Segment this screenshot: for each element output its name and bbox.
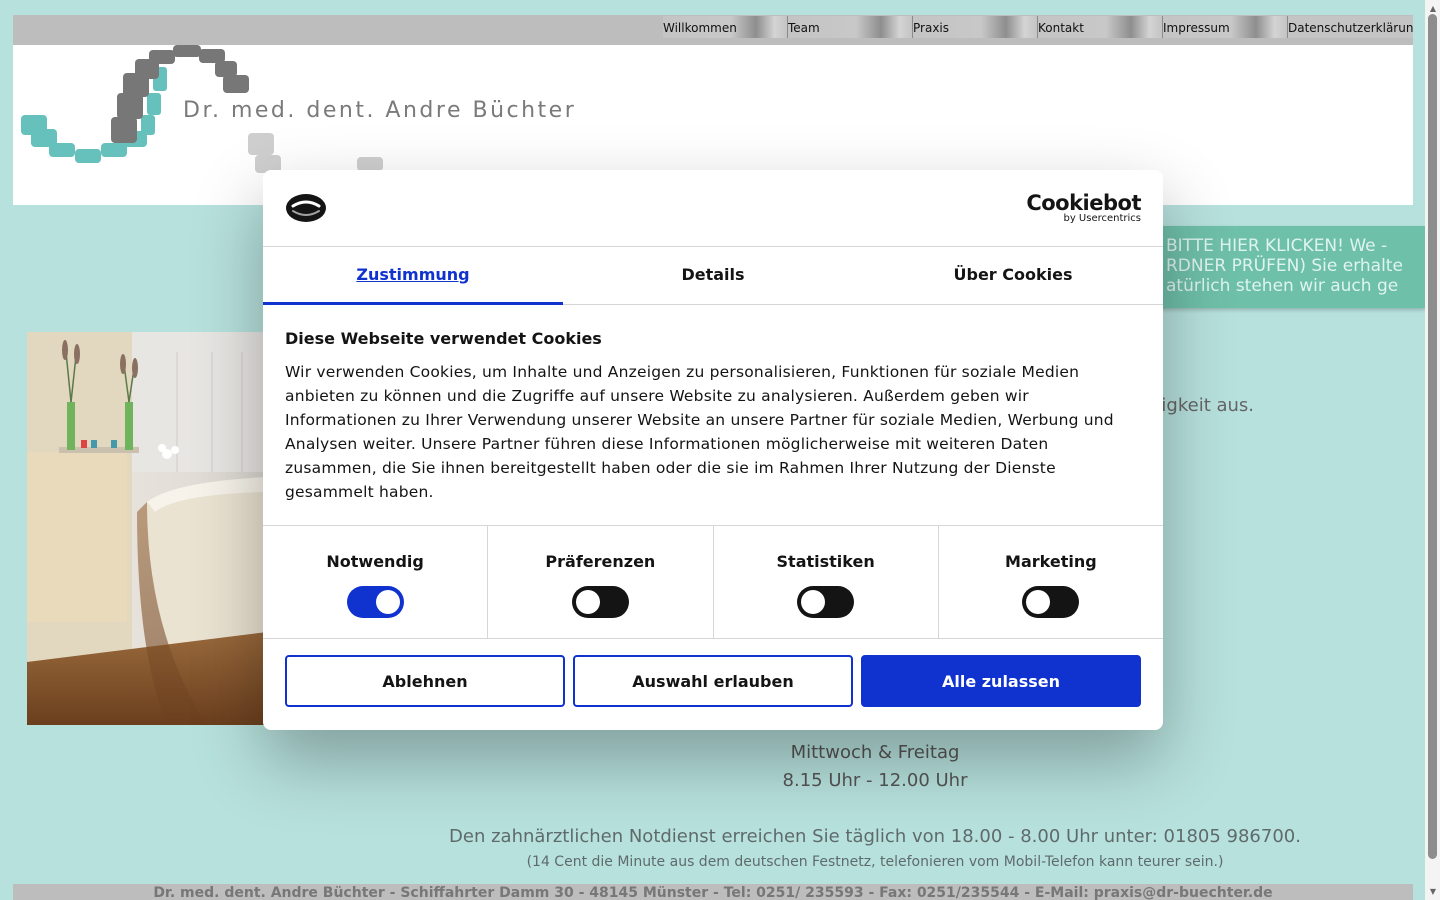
page-scrollbar[interactable]: ▲ ▼ — [1425, 0, 1440, 900]
banner-text: - BITTE HIER KLICKEN! We RDNER PRÜFEN) S… — [1166, 236, 1426, 296]
allow-selection-button[interactable]: Auswahl erlauben — [573, 655, 853, 707]
dialog-body: Diese Webseite verwendet Cookies Wir ver… — [263, 305, 1163, 526]
scroll-thumb[interactable] — [1428, 14, 1437, 859]
statistiken-toggle[interactable] — [797, 586, 855, 618]
toggle-knob — [375, 590, 400, 614]
scroll-up-arrow-icon[interactable]: ▲ — [1430, 4, 1436, 13]
tab-details[interactable]: Details — [563, 247, 863, 304]
nav-item-kontakt[interactable]: Kontakt — [1038, 16, 1163, 38]
reception-photo — [27, 332, 267, 725]
allow-all-button[interactable]: Alle zulassen — [861, 655, 1141, 707]
scroll-down-arrow-icon[interactable]: ▼ — [1430, 887, 1436, 896]
cookiebot-logo[interactable]: Cookiebot by Usercentrics — [1026, 192, 1141, 224]
dialog-description: Wir verwenden Cookies, um Inhalte und An… — [285, 363, 1114, 501]
consent-toggles: Notwendig Präferenzen Statistiken Market… — [263, 526, 1163, 639]
footer-contact: Dr. med. dent. Andre Büchter - Schiffahr… — [13, 884, 1413, 900]
notwendig-toggle[interactable] — [346, 586, 404, 618]
dialog-tabs: Zustimmung Details Über Cookies — [263, 247, 1163, 305]
nav-item-impressum[interactable]: Impressum — [1163, 16, 1288, 38]
nav-item-team[interactable]: Team — [788, 16, 913, 38]
banner-line: - BITTE HIER KLICKEN! We — [1166, 236, 1388, 256]
toggle-knob — [575, 590, 600, 614]
dialog-header: Cookiebot by Usercentrics — [263, 170, 1163, 247]
toggle-knob — [801, 590, 826, 614]
emergency-service-text: Den zahnärztlichen Notdienst erreichen S… — [449, 826, 1301, 847]
toggle-group-praeferenzen: Präferenzen — [488, 526, 714, 638]
dialog-title: Diese Webseite verwendet Cookies — [285, 329, 602, 348]
decline-button[interactable]: Ablehnen — [285, 655, 565, 707]
cookiebot-logo-main: Cookiebot — [1026, 191, 1141, 215]
banner-line: atürlich stehen wir auch ge — [1166, 276, 1399, 296]
toggle-knob — [1026, 590, 1051, 614]
emergency-note: (14 Cent die Minute aus dem deutschen Fe… — [526, 854, 1224, 870]
toggle-group-marketing: Marketing — [939, 526, 1163, 638]
notice-banner[interactable]: - BITTE HIER KLICKEN! We RDNER PRÜFEN) S… — [1140, 226, 1426, 308]
banner-line: RDNER PRÜFEN) Sie erhalte — [1166, 256, 1403, 276]
cookie-icon — [286, 194, 326, 222]
dialog-buttons: Ablehnen Auswahl erlauben Alle zulassen — [263, 639, 1163, 707]
marketing-toggle[interactable] — [1022, 586, 1080, 618]
tab-ueber-cookies[interactable]: Über Cookies — [863, 247, 1163, 304]
nav-item-praxis[interactable]: Praxis — [913, 16, 1038, 38]
toggle-label: Präferenzen — [545, 552, 656, 571]
toggle-group-notwendig: Notwendig — [263, 526, 489, 638]
opening-time: 8.15 Uhr - 12.00 Uhr — [782, 770, 968, 791]
cookie-consent-dialog: Cookiebot by Usercentrics Zustimmung Det… — [263, 170, 1163, 730]
opening-days: Mittwoch & Freitag — [790, 742, 960, 763]
toggle-label: Marketing — [1005, 552, 1097, 571]
toggle-group-statistiken: Statistiken — [714, 526, 939, 638]
main-nav: Willkommen Team Praxis Kontakt Impressum… — [663, 16, 1413, 38]
toggle-label: Statistiken — [776, 552, 875, 571]
intro-text-fragment: digkeit aus. — [1150, 395, 1255, 416]
practice-name: Dr. med. dent. Andre Büchter — [183, 98, 577, 123]
tab-zustimmung[interactable]: Zustimmung — [263, 247, 563, 305]
toggle-label: Notwendig — [326, 552, 424, 571]
nav-item-datenschutz[interactable]: Datenschutzerklärung — [1288, 16, 1413, 38]
praeferenzen-toggle[interactable] — [571, 586, 629, 618]
nav-item-willkommen[interactable]: Willkommen — [663, 16, 788, 38]
top-bar: Willkommen Team Praxis Kontakt Impressum… — [13, 15, 1413, 45]
cookiebot-logo-sub: by Usercentrics — [1063, 213, 1141, 224]
